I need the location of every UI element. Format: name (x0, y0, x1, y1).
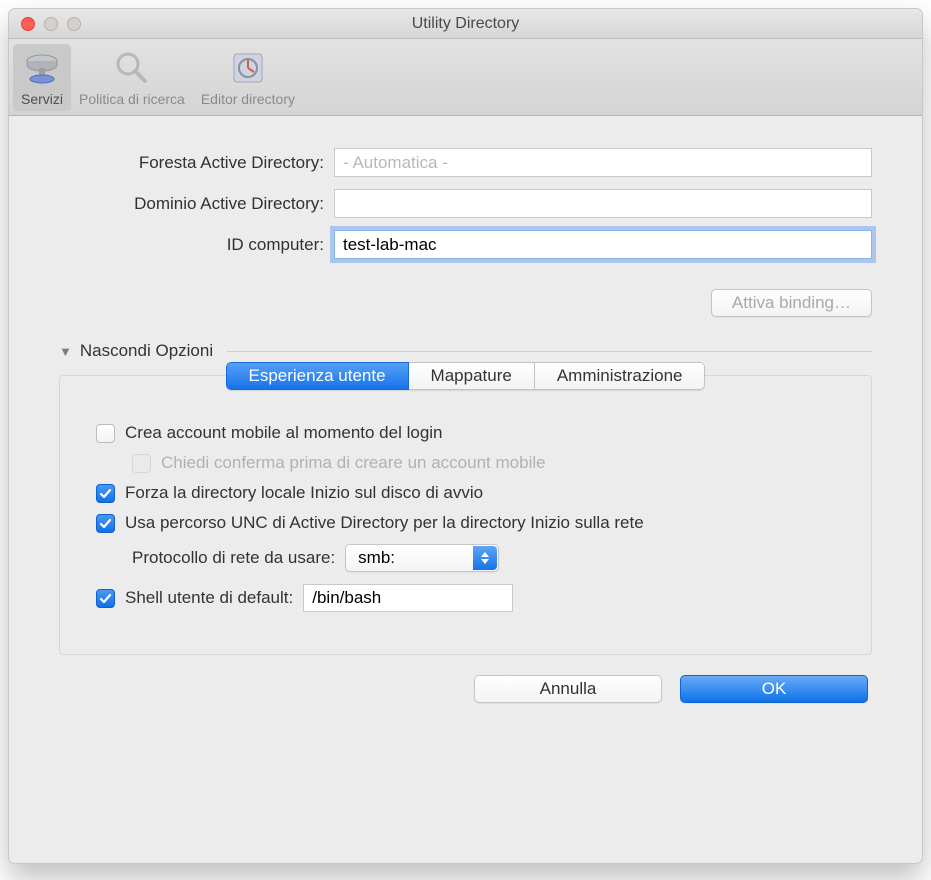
forest-row: Foresta Active Directory: (59, 148, 872, 177)
create-mobile-label: Crea account mobile al momento del login (125, 423, 443, 443)
toolbar-item-label: Politica di ricerca (79, 91, 185, 107)
traffic-lights (21, 17, 81, 31)
footer: Annulla OK (59, 675, 872, 715)
default-shell-row: Shell utente di default: (60, 578, 871, 618)
directory-utility-window: Utility Directory Servizi Politica d (8, 8, 923, 864)
divider (227, 351, 872, 352)
create-mobile-checkbox[interactable] (96, 424, 115, 443)
disclosure-label: Nascondi Opzioni (80, 341, 213, 361)
titlebar: Utility Directory (9, 9, 922, 39)
directory-editor-icon (228, 48, 268, 88)
forest-label: Foresta Active Directory: (59, 153, 334, 173)
tab-mappature[interactable]: Mappature (409, 362, 535, 390)
create-mobile-row: Crea account mobile al momento del login (60, 418, 871, 448)
activate-binding-button[interactable]: Attiva binding… (711, 289, 872, 317)
ask-confirm-row: Chiedi conferma prima di creare un accou… (60, 448, 871, 478)
toolbar-item-servizi[interactable]: Servizi (13, 44, 71, 111)
disclosure-row[interactable]: ▼ Nascondi Opzioni (59, 341, 872, 361)
domain-row: Dominio Active Directory: (59, 189, 872, 218)
close-window-button[interactable] (21, 17, 35, 31)
protocol-select[interactable]: smb: (345, 544, 499, 572)
bind-row: Attiva binding… (59, 289, 872, 317)
toolbar-item-label: Servizi (21, 91, 63, 107)
search-policy-icon (112, 48, 152, 88)
ask-confirm-checkbox (132, 454, 151, 473)
use-unc-checkbox[interactable] (96, 514, 115, 533)
toolbar-item-editor[interactable]: Editor directory (193, 44, 303, 111)
domain-label: Dominio Active Directory: (59, 194, 334, 214)
window-title: Utility Directory (412, 15, 520, 33)
default-shell-input[interactable] (303, 584, 513, 612)
toolbar: Servizi Politica di ricerca Editor dir (9, 39, 922, 116)
zoom-window-button[interactable] (67, 17, 81, 31)
ok-button[interactable]: OK (680, 675, 868, 703)
minimize-window-button[interactable] (44, 17, 58, 31)
default-shell-label: Shell utente di default: (125, 588, 293, 608)
cancel-button[interactable]: Annulla (474, 675, 662, 703)
computer-id-input[interactable] (334, 230, 872, 259)
default-shell-checkbox[interactable] (96, 589, 115, 608)
use-unc-row: Usa percorso UNC di Active Directory per… (60, 508, 871, 538)
forest-input[interactable] (334, 148, 872, 177)
protocol-row: Protocollo di rete da usare: smb: (60, 538, 871, 578)
select-caret-icon (473, 546, 497, 570)
force-local-checkbox[interactable] (96, 484, 115, 503)
protocol-label: Protocollo di rete da usare: (132, 548, 335, 568)
segmented-tabs: Esperienza utente Mappature Amministrazi… (60, 362, 871, 390)
force-local-label: Forza la directory locale Inizio sul dis… (125, 483, 483, 503)
tab-amministrazione[interactable]: Amministrazione (535, 362, 706, 390)
toolbar-item-politica[interactable]: Politica di ricerca (71, 44, 193, 111)
computer-id-label: ID computer: (59, 235, 334, 255)
options-panel: Esperienza utente Mappature Amministrazi… (59, 375, 872, 655)
toolbar-item-label: Editor directory (201, 91, 295, 107)
content-area: Foresta Active Directory: Dominio Active… (9, 116, 922, 863)
protocol-value: smb: (358, 548, 395, 568)
use-unc-label: Usa percorso UNC di Active Directory per… (125, 513, 644, 533)
disclosure-triangle-icon: ▼ (59, 344, 72, 359)
tab-esperienza-utente[interactable]: Esperienza utente (226, 362, 409, 390)
domain-input[interactable] (334, 189, 872, 218)
ask-confirm-label: Chiedi conferma prima di creare un accou… (161, 453, 546, 473)
services-icon (22, 48, 62, 88)
computer-id-row: ID computer: (59, 230, 872, 259)
force-local-row: Forza la directory locale Inizio sul dis… (60, 478, 871, 508)
